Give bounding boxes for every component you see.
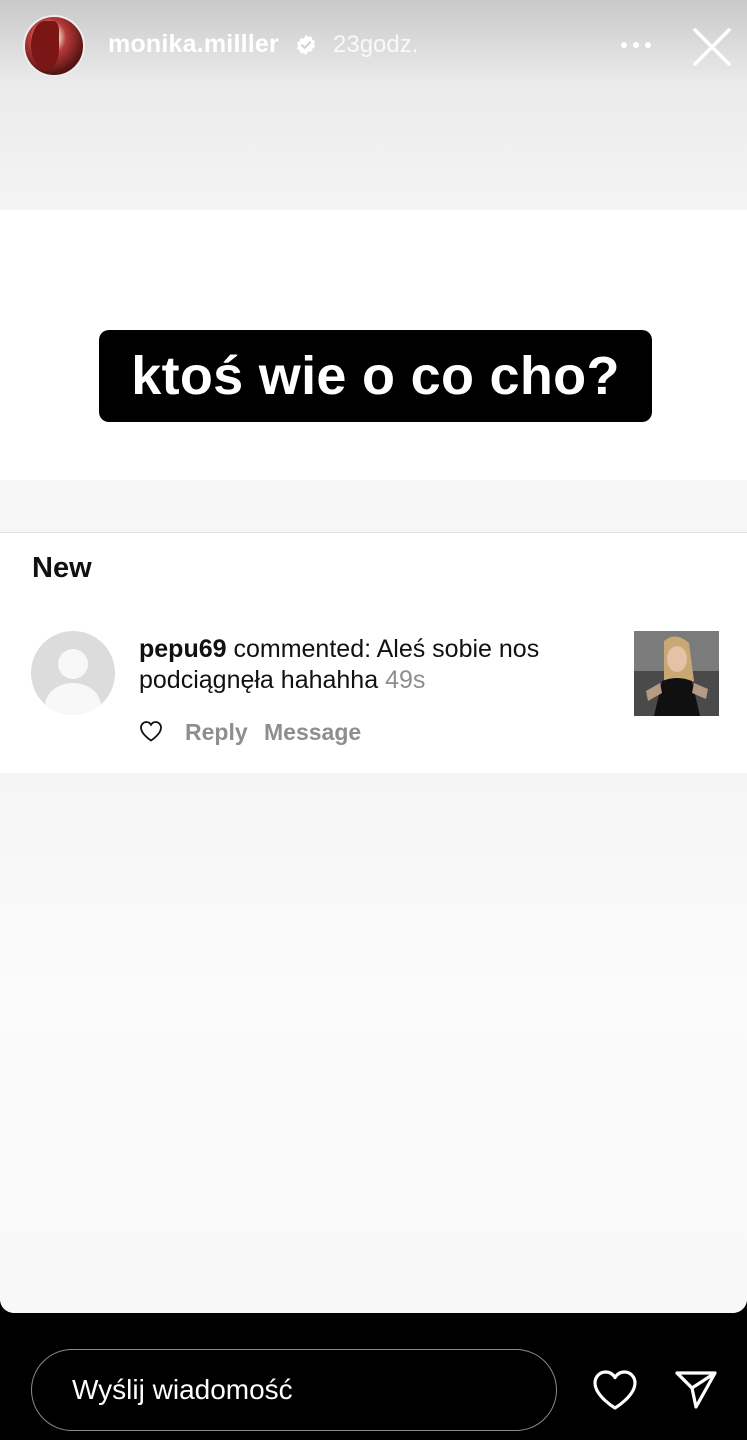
reply-button[interactable]: Reply	[185, 719, 248, 746]
commenter-username[interactable]: pepu69	[139, 635, 227, 663]
story-username[interactable]: monika.milller	[108, 30, 279, 59]
message-button[interactable]: Message	[264, 719, 361, 746]
message-input-placeholder: Wyślij wiadomość	[72, 1374, 293, 1405]
thumbnail-image	[634, 631, 719, 716]
story-header: monika.milller 23godz.	[0, 0, 747, 92]
close-icon[interactable]	[690, 25, 734, 69]
comment-text: pepu69 commented: Aleś sobie nos podciąg…	[139, 634, 619, 696]
send-icon[interactable]	[674, 1369, 718, 1411]
message-input[interactable]: Wyślij wiadomość	[31, 1349, 557, 1431]
more-icon[interactable]	[618, 30, 654, 60]
heart-icon[interactable]	[592, 1369, 638, 1411]
story-time: 23godz.	[333, 31, 419, 58]
story-text-sticker: ktoś wie o co cho?	[99, 330, 652, 422]
story-seam	[0, 480, 747, 532]
profile-avatar[interactable]	[23, 15, 85, 77]
post-thumbnail[interactable]	[634, 631, 719, 716]
commenter-avatar[interactable]	[31, 631, 115, 715]
like-heart-icon[interactable]	[139, 720, 163, 742]
story-lower-area	[0, 773, 747, 1313]
section-title-new: New	[32, 552, 92, 584]
story-frame: monika.milller 23godz. ktoś wie o co cho…	[0, 0, 747, 1313]
verified-badge-icon	[296, 34, 316, 56]
story-reply-bar: Wyślij wiadomość	[0, 1313, 747, 1440]
comment-time: 49s	[385, 666, 426, 694]
